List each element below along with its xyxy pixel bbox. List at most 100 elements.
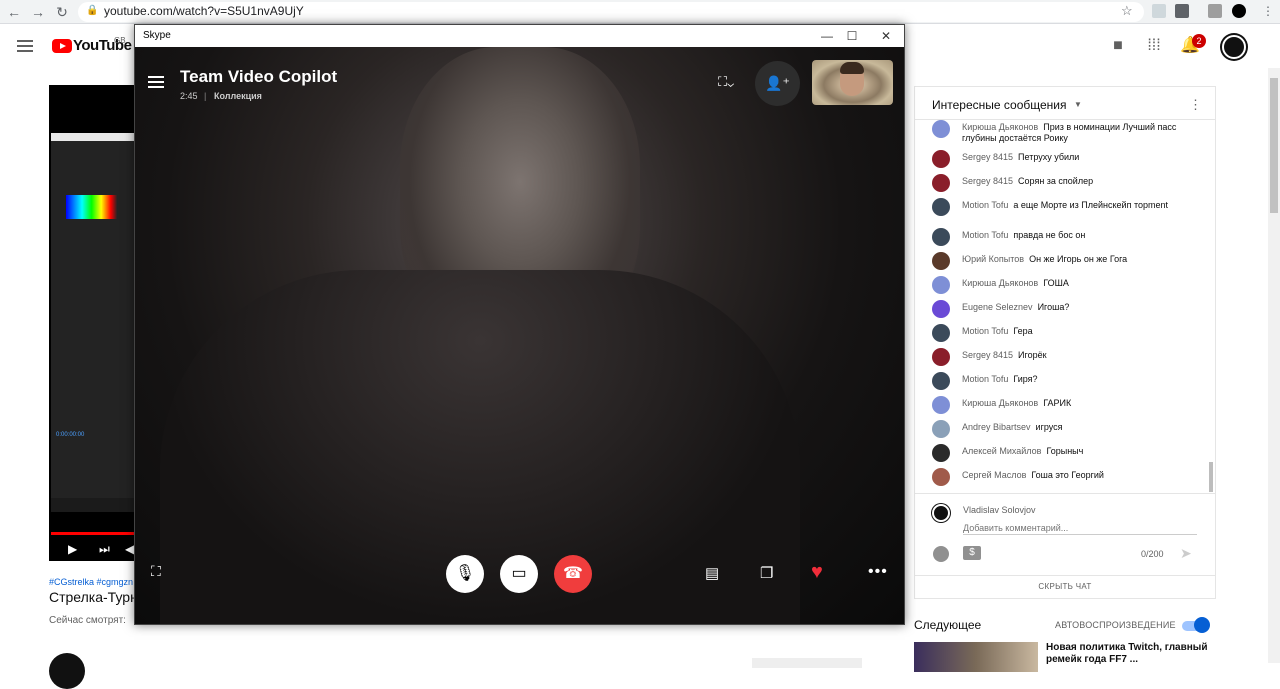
skype-menu-icon[interactable] [148,76,164,88]
chat-author[interactable]: Andrey Bibartsev [962,422,1031,432]
snapshot-focus-icon[interactable]: ⛶ [151,563,161,580]
more-options-icon[interactable]: ••• [868,563,888,581]
chat-text: Гиря? [1013,374,1038,384]
author-avatar[interactable] [932,174,950,192]
dropdown-caret-icon[interactable]: ▼ [1074,100,1082,109]
camera-icon[interactable]: ▭ [500,555,538,593]
chat-author[interactable]: Motion Tofu [962,200,1008,210]
chat-author[interactable]: Sergey 8415 [962,152,1013,162]
chat-divider [915,575,1215,576]
send-icon[interactable]: ➤ [1180,545,1192,562]
share-screen-icon[interactable]: ❐ [760,564,773,582]
profile-avatar-icon[interactable] [1232,4,1246,18]
page-scrollbar-thumb[interactable] [1270,78,1278,213]
author-avatar[interactable] [932,252,950,270]
maximize-icon[interactable]: ☐ [837,26,867,46]
watching-now-label: Сейчас смотрят: [49,615,126,626]
chat-author[interactable]: Кирюша Дьяконов [962,398,1038,408]
shield-extension-icon[interactable] [1152,4,1166,18]
author-avatar[interactable] [932,444,950,462]
chat-author[interactable]: Eugene Seleznev [962,302,1033,312]
play-icon[interactable]: ▶ [68,542,77,556]
guide-menu-icon[interactable] [17,40,33,52]
author-avatar[interactable] [932,372,950,390]
chat-author[interactable]: Сергей Маслов [962,470,1026,480]
emoji-icon[interactable] [933,546,949,562]
lock-icon: 🔒 [86,5,99,16]
author-avatar[interactable] [932,150,950,168]
subscribe-button[interactable] [752,658,862,668]
url-text[interactable]: youtube.com/watch?v=S5U1nvA9UjY [104,4,304,18]
browser-menu-icon[interactable]: ⋮ [1262,4,1274,18]
author-avatar[interactable] [932,420,950,438]
region-label: GB [114,36,126,45]
chat-message: Motion Tofu Гиря? [932,372,1202,390]
next-video-title[interactable]: Новая политика Twitch, главный ремейк го… [1046,642,1216,666]
add-participant-icon[interactable]: 👤⁺ [755,61,800,106]
account-avatar[interactable] [1222,35,1246,59]
chat-author[interactable]: Motion Tofu [962,374,1008,384]
chat-message: Sergey 8415 Игорёк [932,348,1202,366]
chat-text: Гера [1013,326,1033,336]
chat-text: Горыныч [1046,446,1084,456]
chat-more-icon[interactable]: ⋮ [1189,97,1202,113]
author-avatar[interactable] [932,468,950,486]
chat-author[interactable]: Кирюша Дьяконов [962,278,1038,288]
author-avatar[interactable] [932,198,950,216]
current-user-name: Vladislav Solovjov [963,505,1036,515]
author-avatar[interactable] [932,396,950,414]
chat-scrollbar-thumb[interactable] [1209,462,1213,492]
hide-chat-button[interactable]: СКРЫТЬ ЧАТ [914,582,1216,591]
chat-text: Игорёк [1018,350,1047,360]
chat-author[interactable]: Юрий Копытов [962,254,1024,264]
super-chat-dollar-icon[interactable]: $ [963,546,981,560]
author-avatar[interactable] [932,348,950,366]
playlist-extension-icon[interactable] [1208,4,1222,18]
chat-message: Sergey 8415 Сорян за спойлер [932,174,1202,192]
collection-link[interactable]: Коллекция [214,91,262,101]
open-chat-icon[interactable]: ▤ [705,564,719,582]
chat-divider [915,493,1215,494]
author-avatar[interactable] [932,300,950,318]
bookmark-star-icon[interactable]: ☆ [1121,3,1133,19]
youtube-logo-icon[interactable] [52,39,72,53]
microphone-icon[interactable]: 🎙 [446,555,484,593]
react-heart-icon[interactable]: ♥ [811,561,823,584]
reload-icon[interactable]: ↻ [53,3,71,21]
end-call-icon[interactable]: ☎ [554,555,592,593]
apps-grid-icon[interactable]: ⁞⁞⁞ [1144,36,1164,56]
skype-titlebar[interactable] [135,25,904,47]
chat-text: Сорян за спойлер [1018,176,1094,186]
chat-author[interactable]: Motion Tofu [962,230,1008,240]
after-effects-titlebar [51,133,135,141]
chat-author[interactable]: Кирюша Дьяконов [962,122,1038,132]
switch-layout-icon[interactable]: ⛶⌄ [718,74,734,90]
create-video-icon[interactable]: ■ [1108,36,1128,56]
chat-author[interactable]: Sergey 8415 [962,350,1013,360]
channel-avatar[interactable] [49,653,85,689]
chat-text: ГАРИК [1043,398,1072,408]
back-icon[interactable]: ← [5,3,23,21]
author-avatar[interactable] [932,228,950,246]
next-video-thumbnail[interactable] [914,642,1038,672]
chat-message: Кирюша Дьяконов ГАРИК [932,396,1202,414]
author-avatar[interactable] [932,120,950,138]
chat-text: Петруху убили [1018,152,1080,162]
facebook-extension-icon[interactable] [1175,4,1189,18]
chat-author[interactable]: Sergey 8415 [962,176,1013,186]
chat-author[interactable]: Алексей Михайлов [962,446,1041,456]
author-avatar[interactable] [932,324,950,342]
close-icon[interactable]: ✕ [871,26,901,46]
volume-icon[interactable]: ◀ [125,542,134,556]
chat-mode-dropdown[interactable]: Интересные сообщения [932,98,1067,112]
chat-text: а еще Морте из Плейнскейп торment [1013,200,1168,210]
chat-message: Motion Tofu Гера [932,324,1202,342]
video-hashtags[interactable]: #CGstrelka #cgmgzn [49,577,133,587]
author-avatar[interactable] [932,276,950,294]
forward-icon[interactable]: → [29,3,47,21]
autoplay-toggle-knob[interactable] [1194,617,1210,633]
chat-comment-input[interactable] [963,521,1197,535]
call-duration: 2:45 [180,91,198,101]
next-video-icon[interactable]: ⏭ [99,542,110,557]
chat-author[interactable]: Motion Tofu [962,326,1008,336]
